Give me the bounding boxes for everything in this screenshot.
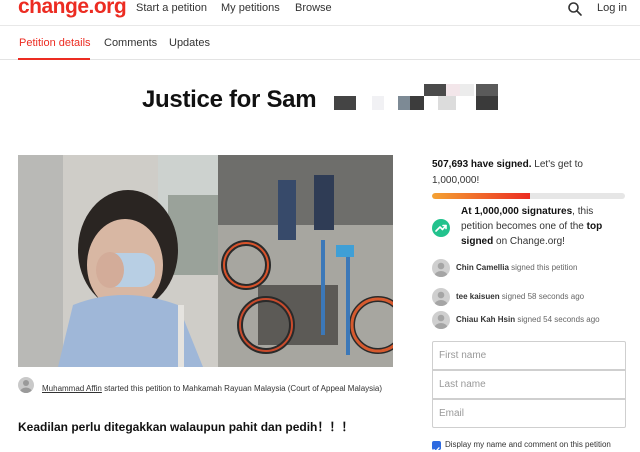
top-nav: change.org Start a petition My petitions… <box>0 0 640 26</box>
signer-avatar <box>432 288 450 306</box>
signer-name: tee kaisuen <box>456 292 500 301</box>
signer-action: signed this petition <box>508 263 578 272</box>
signer-name: Chin Camellia <box>456 263 509 272</box>
signature-progress-fill <box>432 193 531 199</box>
login-link[interactable]: Log in <box>597 2 627 14</box>
photo-bicycles <box>218 155 393 367</box>
signer-action: signed 58 seconds ago <box>499 292 585 301</box>
photo-woman-with-mask <box>18 155 218 367</box>
recent-signer: Chiau Kah Hsin signed 54 seconds ago <box>432 311 632 329</box>
petition-starter-line: Muhammad Affin started this petition to … <box>42 381 387 397</box>
signer-name: Chiau Kah Hsin <box>456 315 516 324</box>
signer-avatar <box>432 259 450 277</box>
first-name-field[interactable] <box>432 341 626 370</box>
search-icon[interactable] <box>567 1 583 17</box>
display-name-checkbox[interactable] <box>432 441 441 452</box>
starter-avatar[interactable] <box>18 377 34 393</box>
nav-browse[interactable]: Browse <box>295 2 332 14</box>
signer-text: Chiau Kah Hsin signed 54 seconds ago <box>456 315 600 324</box>
signature-count-value: 507,693 have signed. <box>432 159 532 170</box>
recent-signer: tee kaisuen signed 58 seconds ago <box>432 288 632 306</box>
nav-start-petition[interactable]: Start a petition <box>136 2 207 14</box>
tab-comments[interactable]: Comments <box>104 37 157 49</box>
petition-tabs: Petition details Comments Updates <box>0 27 640 60</box>
milestone-text-end: on Change.org! <box>493 236 565 247</box>
signer-avatar <box>432 311 450 329</box>
petition-excerpt: Keadilan perlu ditegakkan walaupun pahit… <box>18 420 354 434</box>
signature-count: 507,693 have signed. Let's get to 1,000,… <box>432 157 628 189</box>
tab-petition-details[interactable]: Petition details <box>19 37 91 49</box>
petition-title: Justice for Sam <box>142 86 317 113</box>
starter-text: started this petition to Mahkamah Rayuan… <box>101 384 383 393</box>
trending-up-icon <box>432 219 450 237</box>
starter-name-link[interactable]: Muhammad Affin <box>42 384 102 393</box>
logo[interactable]: change.org <box>18 0 127 19</box>
signer-text: Chin Camellia signed this petition <box>456 263 577 272</box>
signer-action: signed 54 seconds ago <box>515 315 600 324</box>
petition-photo <box>18 155 393 367</box>
last-name-field[interactable] <box>432 370 626 399</box>
email-field[interactable] <box>432 399 626 428</box>
recent-signer: Chin Camellia signed this petition <box>432 259 632 277</box>
nav-my-petitions[interactable]: My petitions <box>221 2 280 14</box>
display-name-checkbox-label[interactable]: Display my name and comment on this peti… <box>445 440 611 449</box>
signer-text: tee kaisuen signed 58 seconds ago <box>456 292 584 301</box>
milestone-target: At 1,000,000 signatures <box>461 206 573 217</box>
milestone-message: At 1,000,000 signatures, this petition b… <box>461 204 626 249</box>
active-tab-indicator <box>18 58 90 60</box>
tab-updates[interactable]: Updates <box>169 37 210 49</box>
signature-progress-bar <box>432 193 625 199</box>
